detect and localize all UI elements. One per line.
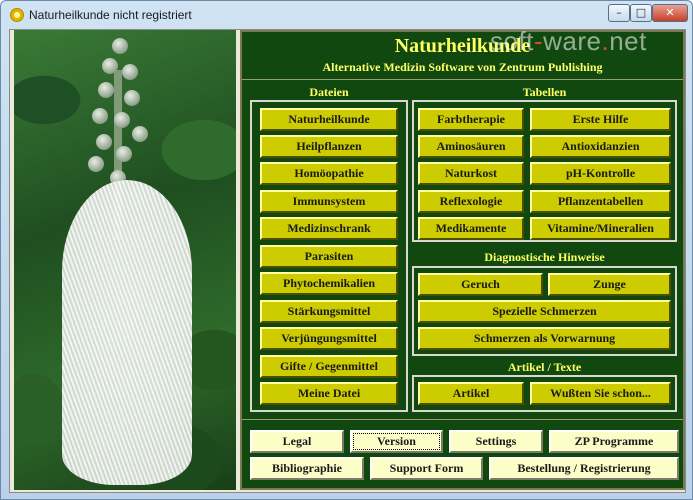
button-medikamente[interactable]: Medikamente xyxy=(418,217,524,240)
flower-bud xyxy=(98,82,114,98)
dateien-group: Naturheilkunde Heilpflanzen Homöopathie … xyxy=(250,100,408,412)
tabellen-group: Farbtherapie Erste Hilfe Aminosäuren Ant… xyxy=(412,100,677,242)
minimize-button[interactable]: – xyxy=(608,4,630,22)
legal-button[interactable]: Legal xyxy=(250,430,344,453)
button-wussten-sie-schon[interactable]: Wußten Sie schon... xyxy=(530,382,671,405)
flower-bud xyxy=(92,108,108,124)
watermark: soft-ware.net xyxy=(490,26,647,56)
bestellung-registrierung-button[interactable]: Bestellung / Registrierung xyxy=(489,457,679,480)
plant-photo xyxy=(14,30,236,490)
flower-bud xyxy=(132,126,148,142)
settings-button[interactable]: Settings xyxy=(449,430,543,453)
button-verjuengungsmittel[interactable]: Verjüngungsmittel xyxy=(260,327,398,350)
flower-spike xyxy=(62,180,192,485)
version-button[interactable]: Version xyxy=(350,430,443,453)
button-meine-datei[interactable]: Meine Datei xyxy=(260,382,398,405)
button-pflanzentabellen[interactable]: Pflanzentabellen xyxy=(530,190,671,213)
header-divider xyxy=(242,79,683,80)
footer-divider xyxy=(242,419,683,420)
button-farbtherapie[interactable]: Farbtherapie xyxy=(418,108,524,131)
button-zunge[interactable]: Zunge xyxy=(548,273,671,296)
close-button[interactable]: ✕ xyxy=(652,4,688,22)
button-ph-kontrolle[interactable]: pH-Kontrolle xyxy=(530,162,671,185)
flower-bud xyxy=(112,38,128,54)
button-staerkungsmittel[interactable]: Stärkungsmittel xyxy=(260,300,398,323)
flower-bud xyxy=(116,146,132,162)
flower-bud xyxy=(102,58,118,74)
flower-bud xyxy=(96,134,112,150)
flower-bud xyxy=(124,90,140,106)
button-reflexologie[interactable]: Reflexologie xyxy=(418,190,524,213)
button-spezielle-schmerzen[interactable]: Spezielle Schmerzen xyxy=(418,300,671,323)
button-immunsystem[interactable]: Immunsystem xyxy=(260,190,398,213)
button-schmerzen-als-vorwarnung[interactable]: Schmerzen als Vorwarnung xyxy=(418,327,671,350)
button-antioxidanzien[interactable]: Antioxidanzien xyxy=(530,135,671,158)
maximize-button[interactable]: □ xyxy=(630,4,652,22)
window-title: Naturheilkunde nicht registriert xyxy=(29,8,192,22)
title-bar[interactable]: Naturheilkunde nicht registriert – □ ✕ xyxy=(1,1,692,29)
diagnostik-group: Geruch Zunge Spezielle Schmerzen Schmerz… xyxy=(412,266,677,356)
support-form-button[interactable]: Support Form xyxy=(370,457,483,480)
zp-programme-button[interactable]: ZP Programme xyxy=(549,430,679,453)
section-title-tabellen: Tabellen xyxy=(522,85,567,99)
app-subtitle: Alternative Medizin Software von Zentrum… xyxy=(322,60,603,74)
button-aminosaeuren[interactable]: Aminosäuren xyxy=(418,135,524,158)
button-vitamine-mineralien[interactable]: Vitamine/Mineralien xyxy=(530,217,671,240)
bibliographie-button[interactable]: Bibliographie xyxy=(250,457,364,480)
button-erste-hilfe[interactable]: Erste Hilfe xyxy=(530,108,671,131)
button-geruch[interactable]: Geruch xyxy=(418,273,543,296)
section-title-diagnostik: Diagnostische Hinweise xyxy=(484,250,605,264)
section-title-dateien: Dateien xyxy=(309,85,349,99)
button-homoeopathie[interactable]: Homöopathie xyxy=(260,162,398,185)
section-title-artikel: Artikel / Texte xyxy=(507,360,582,374)
client-area: Naturheilkunde soft-ware.net Alternative… xyxy=(9,26,686,493)
application-window: Naturheilkunde nicht registriert – □ ✕ N… xyxy=(0,0,693,500)
flower-bud xyxy=(88,156,104,172)
button-artikel[interactable]: Artikel xyxy=(418,382,524,405)
flower-bud xyxy=(114,112,130,128)
flower-icon xyxy=(10,8,24,22)
button-naturheilkunde[interactable]: Naturheilkunde xyxy=(260,108,398,131)
button-gifte-gegenmittel[interactable]: Gifte / Gegenmittel xyxy=(260,355,398,378)
flower-bud xyxy=(122,64,138,80)
button-naturkost[interactable]: Naturkost xyxy=(418,162,524,185)
button-phytochemikalien[interactable]: Phytochemikalien xyxy=(260,272,398,295)
button-medizinschrank[interactable]: Medizinschrank xyxy=(260,217,398,240)
button-heilpflanzen[interactable]: Heilpflanzen xyxy=(260,135,398,158)
artikel-group: Artikel Wußten Sie schon... xyxy=(412,375,677,412)
button-parasiten[interactable]: Parasiten xyxy=(260,245,398,268)
main-panel: Naturheilkunde soft-ware.net Alternative… xyxy=(240,26,685,490)
